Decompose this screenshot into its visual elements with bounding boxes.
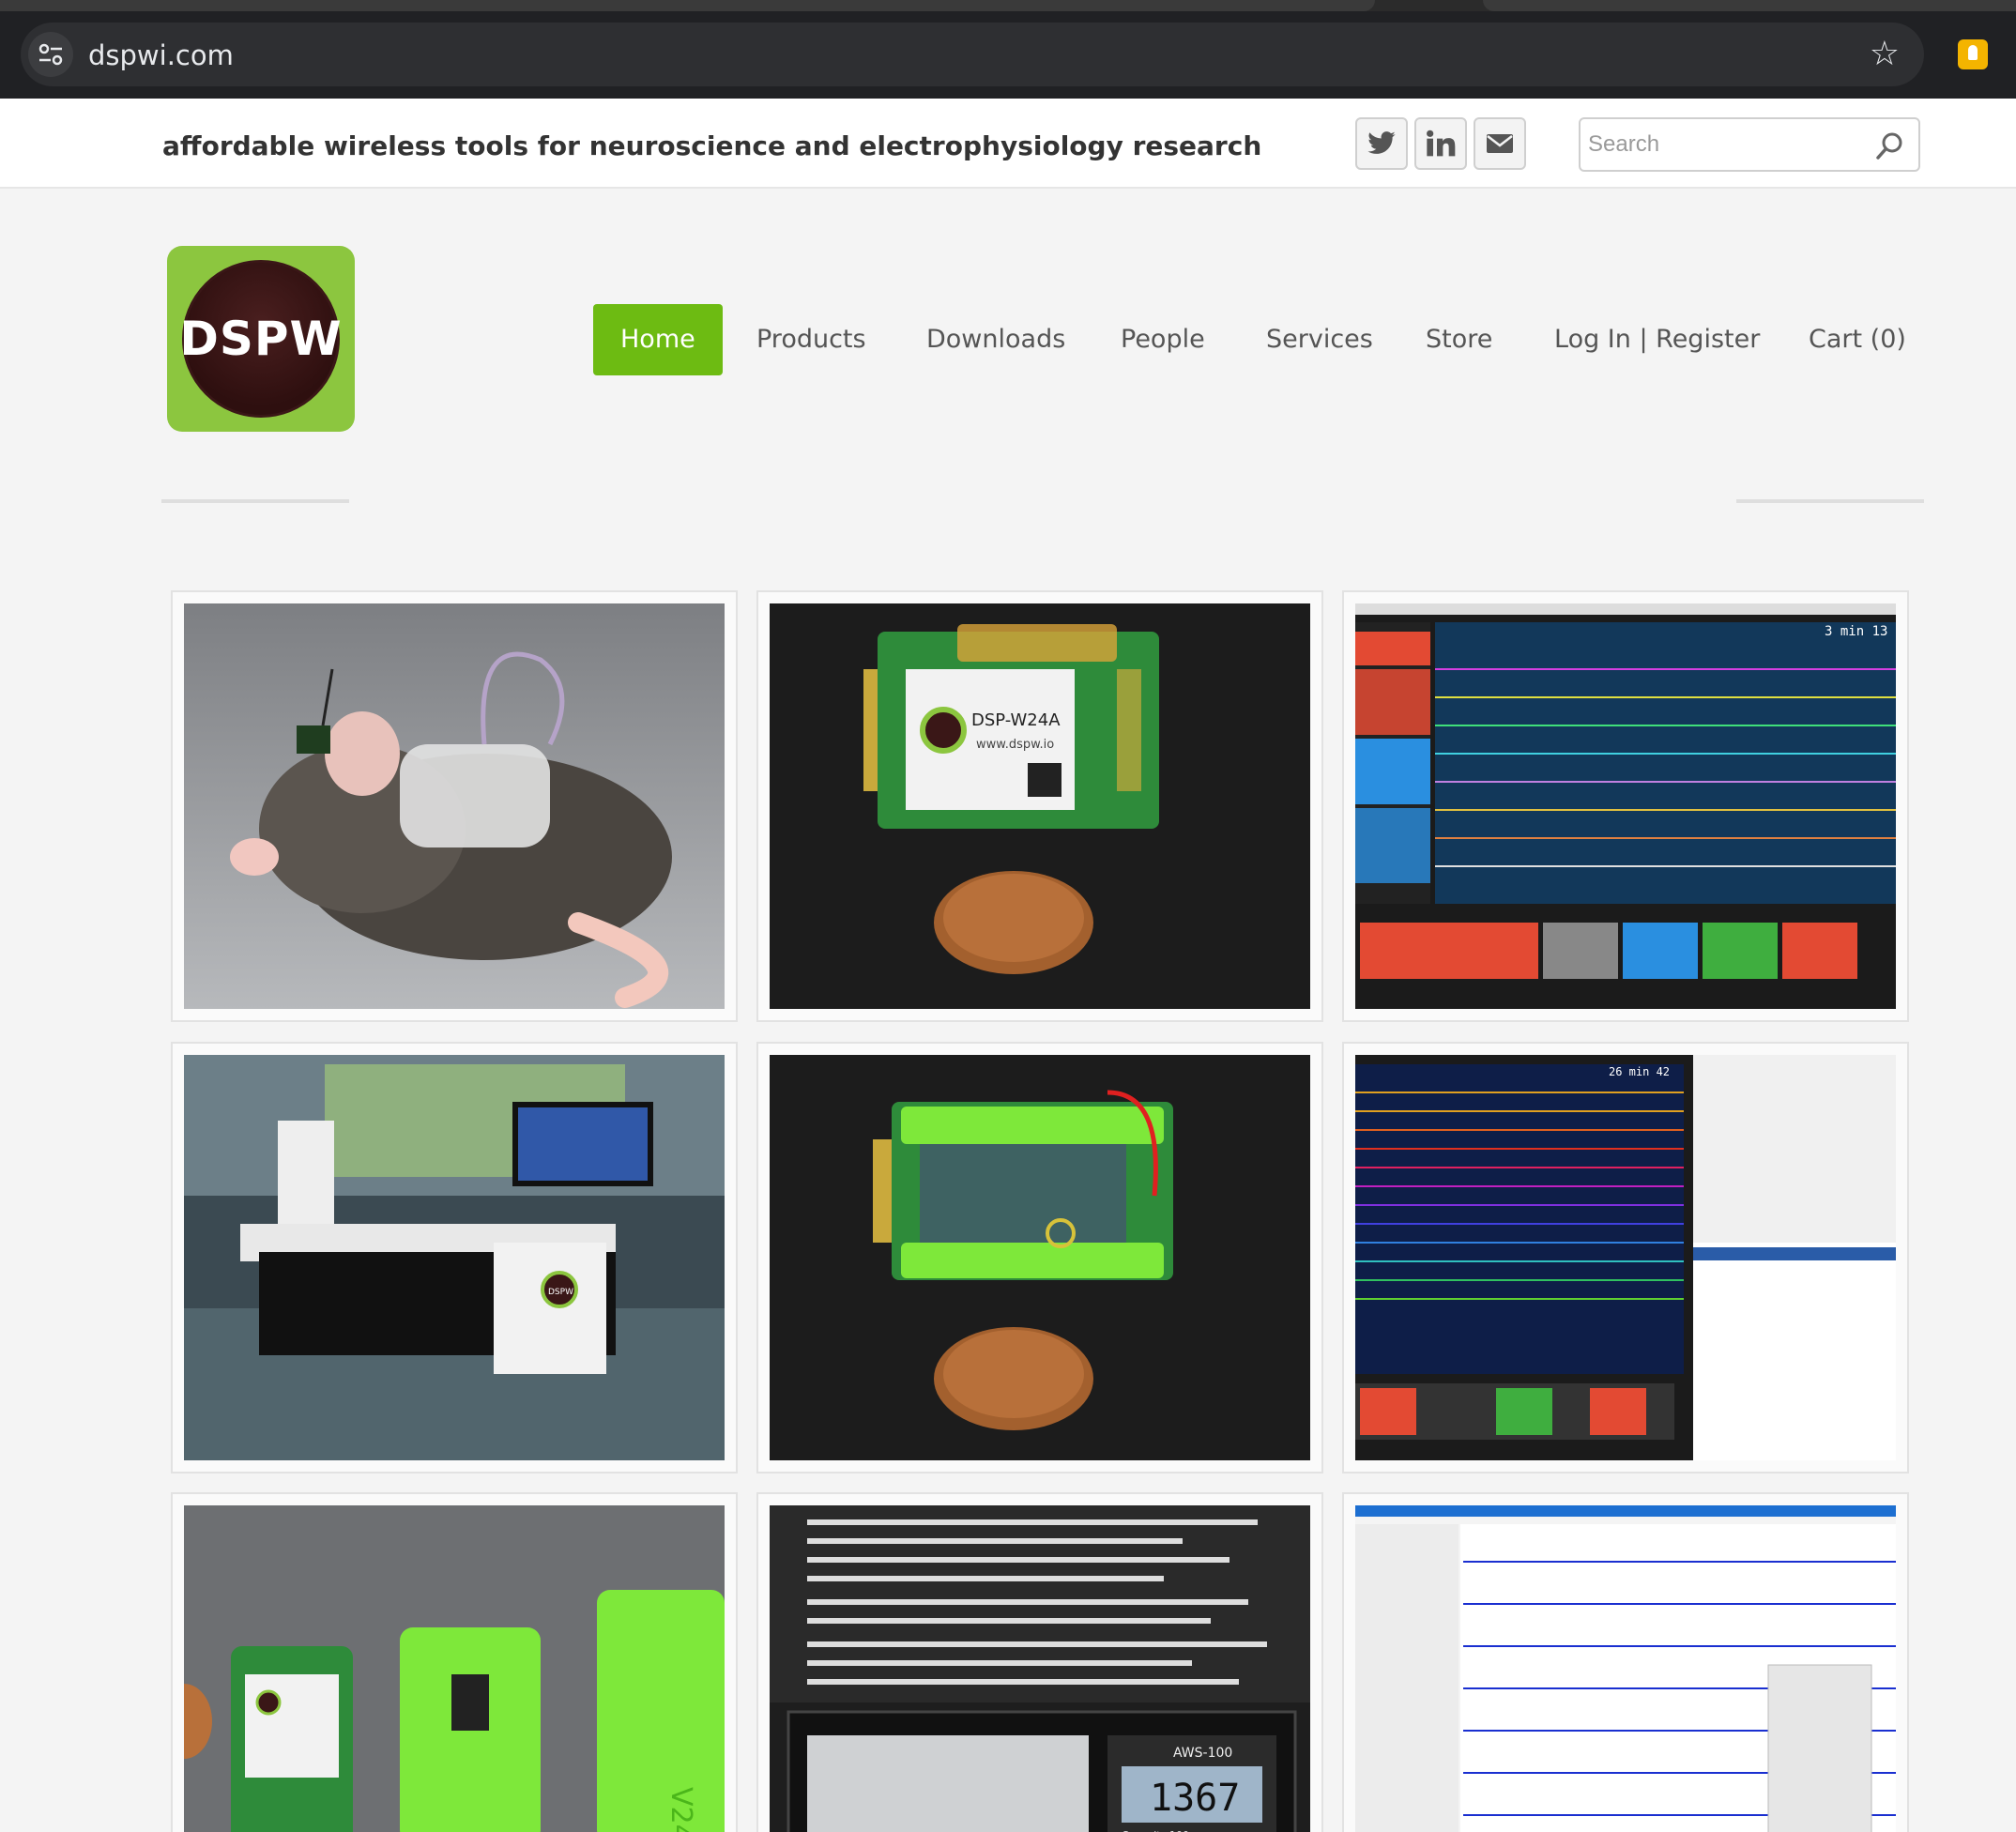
gallery-item-booth[interactable]: DSPW xyxy=(171,1042,738,1473)
matlab-screenshot xyxy=(1355,1505,1896,1832)
parts-label: V24B xyxy=(664,1787,697,1832)
url-text[interactable]: dspwi.com xyxy=(88,39,234,71)
search-input[interactable] xyxy=(1584,125,1866,164)
software2-timer: 26 min 42 xyxy=(1609,1065,1670,1078)
gallery-item-board[interactable]: DSP-W24A www.dspw.io xyxy=(756,590,1323,1022)
scale-photo: AWS-100 1367 Capacity:100g xyxy=(770,1505,1310,1832)
gallery-item-rat[interactable] xyxy=(171,590,738,1022)
gallery-item-software[interactable]: 3 min 13 xyxy=(1342,590,1909,1022)
site-topbar: affordable wireless tools for neuroscien… xyxy=(0,99,2016,189)
booth-logo-text: DSPW xyxy=(548,1288,573,1297)
nav-downloads[interactable]: Downloads xyxy=(926,304,1065,375)
booth-photo: DSPW xyxy=(184,1055,725,1460)
gallery-item-matlab[interactable] xyxy=(1342,1492,1909,1832)
browser-tab-edge xyxy=(0,0,1375,11)
tune-icon[interactable] xyxy=(28,32,73,77)
scale-readout: 1367 xyxy=(1150,1777,1240,1820)
header-divider xyxy=(1736,499,1924,503)
software-timer: 3 min 13 xyxy=(1825,624,1887,639)
search-field[interactable] xyxy=(1579,117,1920,172)
search-icon[interactable] xyxy=(1875,130,1905,165)
gallery-item-board-back[interactable] xyxy=(756,1042,1323,1473)
mail-icon[interactable] xyxy=(1474,117,1526,170)
header-divider xyxy=(161,499,349,503)
address-bar[interactable]: dspwi.com ☆ xyxy=(21,23,1924,86)
nav-people[interactable]: People xyxy=(1121,304,1205,375)
board-photo: DSP-W24A www.dspw.io xyxy=(770,603,1310,1009)
board-label: DSP-W24A xyxy=(971,710,1061,730)
site-tagline: affordable wireless tools for neuroscien… xyxy=(162,130,1262,161)
parts-photo: V24B xyxy=(184,1505,725,1832)
gallery-item-software2[interactable]: 26 min 42 xyxy=(1342,1042,1909,1473)
rat-photo xyxy=(184,603,725,1009)
board-url: www.dspw.io xyxy=(976,738,1054,752)
nav-services[interactable]: Services xyxy=(1266,304,1373,375)
software-screenshot: 3 min 13 xyxy=(1355,603,1896,1009)
browser-tab-edge xyxy=(1483,0,2016,11)
software2-screenshot: 26 min 42 xyxy=(1355,1055,1896,1460)
twitter-icon[interactable] xyxy=(1355,117,1408,170)
gallery-item-parts[interactable]: V24B xyxy=(171,1492,738,1832)
nav-login-register[interactable]: Log In | Register xyxy=(1554,304,1760,375)
star-icon[interactable]: ☆ xyxy=(1870,34,1900,73)
main-nav: Home Products Downloads People Services … xyxy=(0,304,2016,375)
board-back-photo xyxy=(770,1055,1310,1460)
gallery-item-scale[interactable]: AWS-100 1367 Capacity:100g xyxy=(756,1492,1323,1832)
extension-icon[interactable] xyxy=(1958,39,1988,69)
scale-model: AWS-100 xyxy=(1173,1746,1232,1761)
nav-cart[interactable]: Cart (0) xyxy=(1809,304,1906,375)
nav-store[interactable]: Store xyxy=(1426,304,1492,375)
browser-toolbar: dspwi.com ☆ xyxy=(0,11,2016,99)
nav-home[interactable]: Home xyxy=(593,304,723,375)
linkedin-icon[interactable] xyxy=(1414,117,1467,170)
nav-products[interactable]: Products xyxy=(756,304,866,375)
